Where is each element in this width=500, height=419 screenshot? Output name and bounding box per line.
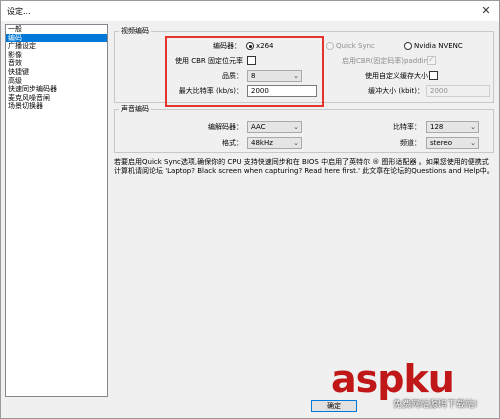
chevron-down-icon: ⌄ — [470, 139, 476, 147]
chevron-down-icon: ⌄ — [470, 123, 476, 131]
chevron-down-icon: ⌄ — [293, 72, 299, 80]
window-title: 设定... — [7, 7, 31, 16]
settings-window: 设定... ✕ 一般 编码 广播设定 影像 音效 快捷键 高级 快速同步编码器 麦克风噪音闸 场景… — [0, 0, 500, 419]
nvenc-radio[interactable] — [404, 42, 412, 50]
title-bar: 设定... ✕ — [1, 1, 499, 21]
buffer-size-label: 缓冲大小 (kbit)： — [368, 87, 424, 95]
quicksync-radio[interactable] — [326, 42, 334, 50]
sidebar-item[interactable]: 麦克风噪音闸 — [6, 94, 107, 103]
bitrate-value: 128 — [430, 123, 444, 131]
codec-label: 编解码器： — [208, 123, 243, 131]
cbr-label: 使用 CBR 固定位元率 — [174, 57, 243, 65]
custom-buffer-checkbox[interactable] — [429, 71, 438, 80]
codec-value: AAC — [251, 123, 266, 131]
chevron-down-icon: ⌄ — [293, 139, 299, 147]
watermark-logo: aspku — [331, 357, 455, 401]
ok-button[interactable]: 确定 — [311, 400, 357, 412]
settings-category-list[interactable]: 一般 编码 广播设定 影像 音效 快捷键 高级 快速同步编码器 麦克风噪音闸 场景切换器 — [5, 24, 108, 397]
quality-select[interactable]: 8 ⌄ — [247, 70, 302, 82]
custom-buffer-label: 使用自定义缓存大小 — [365, 72, 428, 80]
sidebar-item[interactable]: 影像 — [6, 51, 107, 60]
max-bitrate-label: 最大比特率 (kb/s)： — [178, 87, 243, 95]
channel-value: stereo — [430, 139, 453, 147]
sidebar-item[interactable]: 高级 — [6, 77, 107, 86]
bitrate-label: 比特率： — [393, 123, 421, 131]
codec-select[interactable]: AAC ⌄ — [247, 121, 302, 133]
sidebar-item[interactable]: 快速同步编码器 — [6, 85, 107, 94]
bitrate-select[interactable]: 128 ⌄ — [426, 121, 479, 133]
sidebar-item[interactable]: 编码 — [6, 33, 107, 43]
quicksync-info-text: 若要启用Quick Sync选项,确保你的 CPU 支持快速同步和在 BIOS … — [114, 158, 494, 175]
cbr-padding-checkbox[interactable] — [427, 55, 436, 65]
sidebar-item[interactable]: 音效 — [6, 59, 107, 68]
close-icon[interactable]: ✕ — [479, 4, 493, 18]
cbr-padding-label: 启用CBR(固定码率)padding — [342, 57, 433, 65]
x264-radio[interactable] — [246, 42, 254, 50]
quality-label: 品质： — [222, 72, 243, 80]
audio-group-title: 声音编码 — [119, 105, 151, 114]
video-group-title: 视频编码 — [119, 27, 151, 36]
x264-label: x264 — [256, 42, 274, 50]
channel-label: 频道： — [400, 139, 421, 147]
cbr-checkbox[interactable] — [247, 56, 256, 65]
quality-value: 8 — [251, 72, 256, 80]
format-select[interactable]: 48kHz ⌄ — [247, 137, 302, 149]
chevron-down-icon: ⌄ — [293, 123, 299, 131]
encoder-label: 编码器： — [213, 42, 241, 50]
channel-select[interactable]: stereo ⌄ — [426, 137, 479, 149]
buffer-size-input[interactable]: 2000 — [426, 85, 490, 97]
nvenc-label: Nvidia NVENC — [414, 42, 463, 50]
sidebar-item[interactable]: 场景切换器 — [6, 102, 107, 111]
sidebar-item[interactable]: 一般 — [6, 25, 107, 34]
format-label: 格式： — [222, 139, 243, 147]
sidebar-item[interactable]: 广播设定 — [6, 42, 107, 51]
sidebar-item[interactable]: 快捷键 — [6, 68, 107, 77]
max-bitrate-input[interactable]: 2000 — [247, 85, 317, 97]
format-value: 48kHz — [251, 139, 273, 147]
quicksync-label: Quick Sync — [336, 42, 375, 50]
watermark-subtext: 免费网站源码下载站! — [393, 400, 478, 410]
